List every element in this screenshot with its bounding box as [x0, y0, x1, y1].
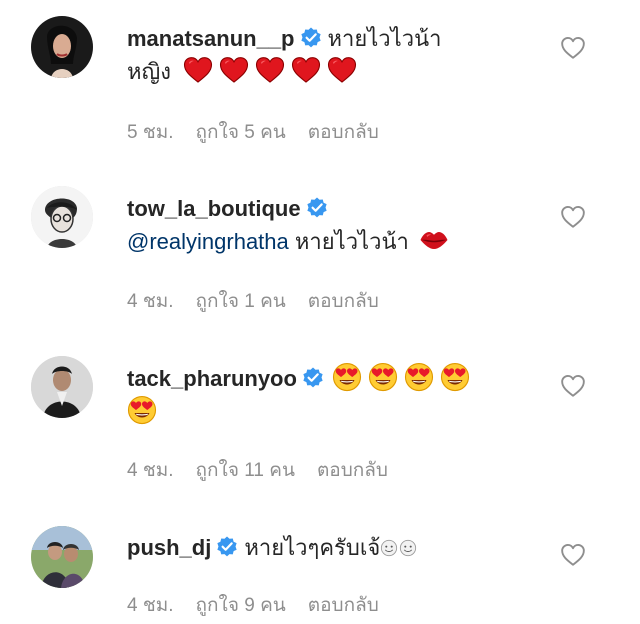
comment-meta: 4 ชม. ถูกใจ 1 คน ตอบกลับ — [127, 286, 401, 316]
comment-meta: 4 ชม. ถูกใจ 11 คน ตอบกลับ — [127, 455, 410, 485]
heart-eyes-face-icon — [404, 362, 434, 392]
verified-badge-icon — [300, 27, 322, 49]
comment-text-continued: หญิง — [127, 59, 171, 84]
avatar-image — [31, 526, 93, 588]
comment-body: tack_pharunyoo — [127, 362, 547, 428]
username[interactable]: tow_la_boutique — [127, 196, 301, 221]
reply-button[interactable]: ตอบกลับ — [308, 291, 379, 312]
face-icon — [380, 539, 398, 557]
comment-time: 4 ชม. — [127, 460, 174, 481]
avatar[interactable] — [31, 356, 93, 418]
comment-text: หายไวไวน้า — [327, 26, 442, 51]
avatar[interactable] — [31, 16, 93, 78]
likes-count[interactable]: ถูกใจ 11 คน — [196, 460, 295, 481]
red-heart-icon — [327, 55, 357, 85]
username[interactable]: push_dj — [127, 535, 211, 560]
red-heart-icon — [291, 55, 321, 85]
reply-button[interactable]: ตอบกลับ — [308, 595, 379, 616]
heart-eyes-face-icon — [368, 362, 398, 392]
verified-badge-icon — [302, 367, 324, 389]
like-heart-icon[interactable] — [560, 36, 586, 60]
verified-badge-icon — [306, 197, 328, 219]
heart-eyes-face-icon — [440, 362, 470, 392]
heart-eyes-face-icon — [127, 395, 157, 425]
like-heart-icon[interactable] — [560, 543, 586, 567]
comment-meta: 4 ชม. ถูกใจ 9 คน ตอบกลับ — [127, 590, 401, 620]
avatar-image — [31, 186, 93, 248]
comment-text: หายไวไวน้า — [288, 229, 409, 254]
likes-count[interactable]: ถูกใจ 5 คน — [196, 122, 286, 143]
likes-count[interactable]: ถูกใจ 9 คน — [196, 595, 286, 616]
comment-time: 5 ชม. — [127, 122, 174, 143]
likes-count[interactable]: ถูกใจ 1 คน — [196, 291, 286, 312]
comment-meta: 5 ชม. ถูกใจ 5 คน ตอบกลับ — [127, 117, 401, 147]
face-icon — [399, 539, 417, 557]
comment-time: 4 ชม. — [127, 291, 174, 312]
like-heart-icon[interactable] — [560, 374, 586, 398]
red-heart-icon — [183, 55, 213, 85]
avatar[interactable] — [31, 526, 93, 588]
like-heart-icon[interactable] — [560, 205, 586, 229]
comment-time: 4 ชม. — [127, 595, 174, 616]
reply-button[interactable]: ตอบกลับ — [308, 122, 379, 143]
red-heart-icon — [219, 55, 249, 85]
heart-eyes-face-icon — [332, 362, 362, 392]
mention-link[interactable]: @realyingrhatha — [127, 229, 289, 254]
verified-badge-icon — [216, 536, 238, 558]
comment-body: manatsanun__p หายไวไวน้า หญิง — [127, 22, 547, 88]
username[interactable]: tack_pharunyoo — [127, 366, 297, 391]
reply-button[interactable]: ตอบกลับ — [317, 460, 388, 481]
avatar-image — [31, 16, 93, 78]
avatar-image — [31, 356, 93, 418]
avatar[interactable] — [31, 186, 93, 248]
red-heart-icon — [255, 55, 285, 85]
username[interactable]: manatsanun__p — [127, 26, 295, 51]
comment-body: push_dj หายไวๆครับเจ้ — [127, 531, 547, 564]
comment-body: tow_la_boutique @realyingrhatha หายไวไวน… — [127, 192, 547, 258]
kiss-lips-icon — [419, 225, 449, 255]
comment-text: หายไวๆครับเจ้ — [244, 535, 381, 560]
